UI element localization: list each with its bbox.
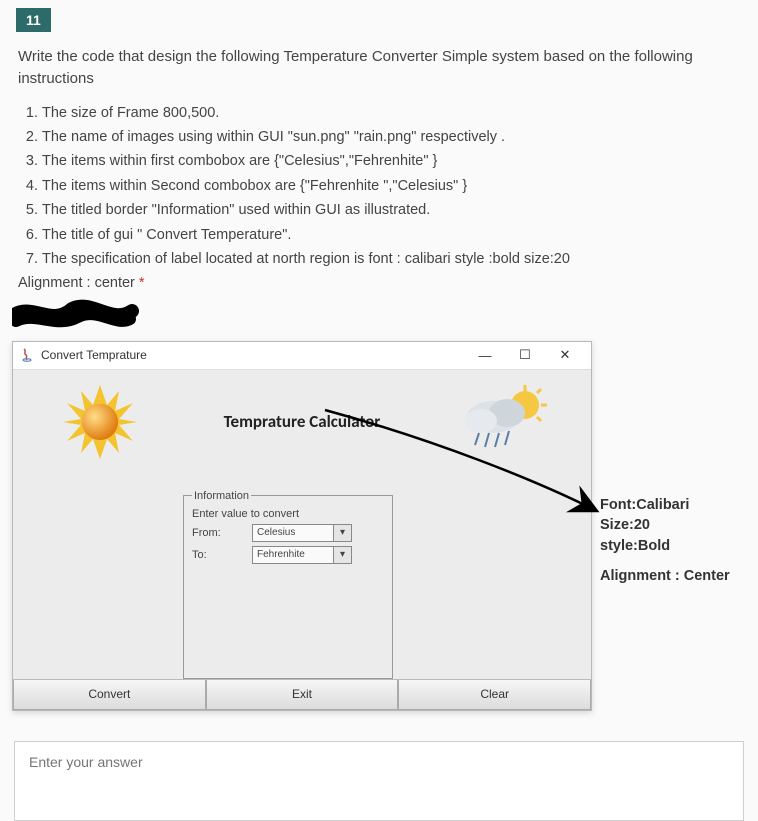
font-annotation: Font:Calibari Size:20 style:Bold Alignme… [600,495,730,586]
from-combobox[interactable]: Celesius ▾ [252,524,352,542]
close-button[interactable]: ✕ [545,341,585,369]
answer-input[interactable]: Enter your answer [14,741,744,821]
instruction-item: The titled border "Information" used wit… [42,199,740,221]
button-row: Convert Exit Clear [13,679,591,710]
exit-button[interactable]: Exit [206,680,399,710]
to-combobox-value: Fehrenhite [253,549,333,560]
minimize-button[interactable]: — [465,341,505,369]
instructions-list: The size of Frame 800,500. The name of i… [0,96,758,275]
question-number-badge: 11 [16,8,51,32]
instruction-item: The items within first combobox are {"Ce… [42,150,740,172]
instruction-item: The name of images using within GUI "sun… [42,126,740,148]
information-fieldset: Information Enter value to convert From:… [183,490,393,679]
java-app-icon [19,347,35,363]
convert-button[interactable]: Convert [13,680,206,710]
from-label: From: [192,527,252,539]
from-combobox-value: Celesius [253,527,333,538]
chevron-down-icon: ▾ [333,547,351,563]
rain-cloud-sun-icon [454,383,554,461]
to-combobox[interactable]: Fehrenhite ▾ [252,546,352,564]
clear-button[interactable]: Clear [398,680,591,710]
instruction-item: The title of gui " Convert Temperature". [42,224,740,246]
instruction-item: The specification of label located at no… [42,248,740,270]
temperature-calculator-label: Temprature Calculator [224,411,381,432]
enter-value-label: Enter value to convert [192,508,384,520]
instruction-item: The size of Frame 800,500. [42,102,740,124]
sun-icon [50,383,150,461]
chevron-down-icon: ▾ [333,525,351,541]
fieldset-legend: Information [192,490,251,502]
gui-window: Convert Temprature — ☐ ✕ [12,341,592,711]
window-titlebar: Convert Temprature — ☐ ✕ [13,342,591,370]
question-prompt: Write the code that design the following… [0,32,758,96]
alignment-note: Alignment : center * [0,275,758,291]
instruction-item: The items within Second combobox are {"F… [42,175,740,197]
window-title: Convert Temprature [41,348,147,362]
redaction-scribble [12,297,758,331]
to-label: To: [192,549,252,561]
maximize-button[interactable]: ☐ [505,341,545,369]
